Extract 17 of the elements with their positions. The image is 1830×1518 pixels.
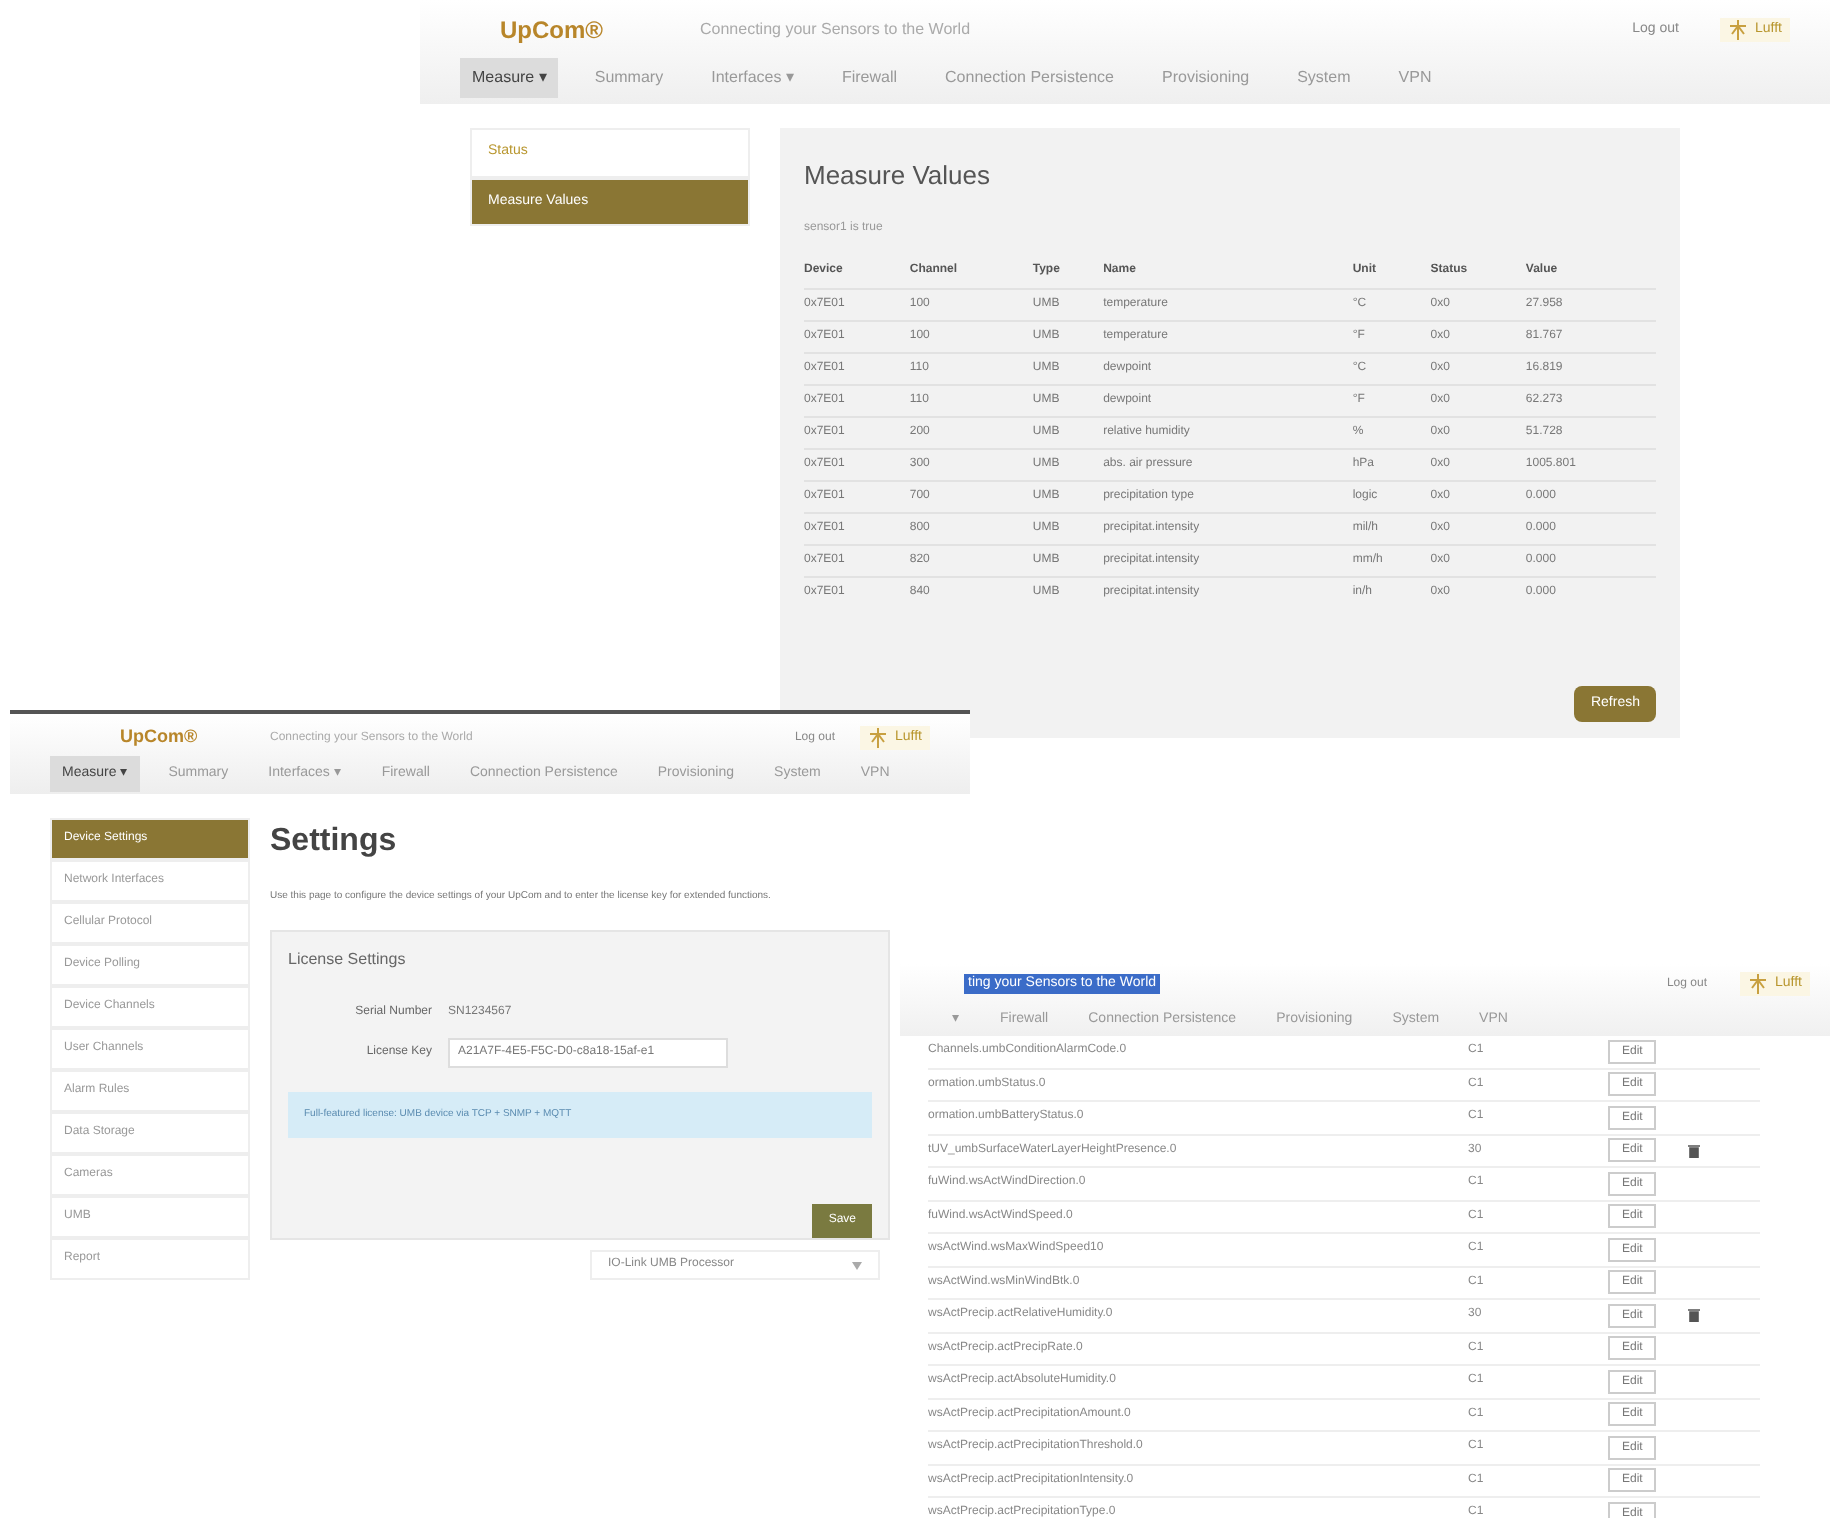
nav-tab[interactable]: Summary <box>582 58 676 98</box>
logo: UpCom® <box>500 14 606 48</box>
nav-tab[interactable]: Measure ▾ <box>460 58 559 98</box>
nav-tab[interactable]: VPN <box>1386 58 1444 98</box>
nav-tab[interactable]: Provisioning <box>1150 58 1262 98</box>
caret-icon <box>852 1261 862 1269</box>
page-title: Measure Values <box>804 158 992 194</box>
card-title: License Settings <box>288 947 408 971</box>
page-title: Settings <box>270 822 399 862</box>
nav-tab[interactable]: Firewall <box>829 58 910 98</box>
nav-tab[interactable]: Connection Persistence <box>933 58 1127 98</box>
trash-icon[interactable] <box>1688 1308 1701 1323</box>
nav-tab[interactable]: Interfaces ▾ <box>699 58 806 98</box>
trash-icon[interactable] <box>1688 1143 1701 1158</box>
tagline: Connecting your Sensors to the World <box>700 18 973 42</box>
nav-tab[interactable]: System <box>1285 58 1363 98</box>
logo: UpCom® <box>120 724 200 751</box>
